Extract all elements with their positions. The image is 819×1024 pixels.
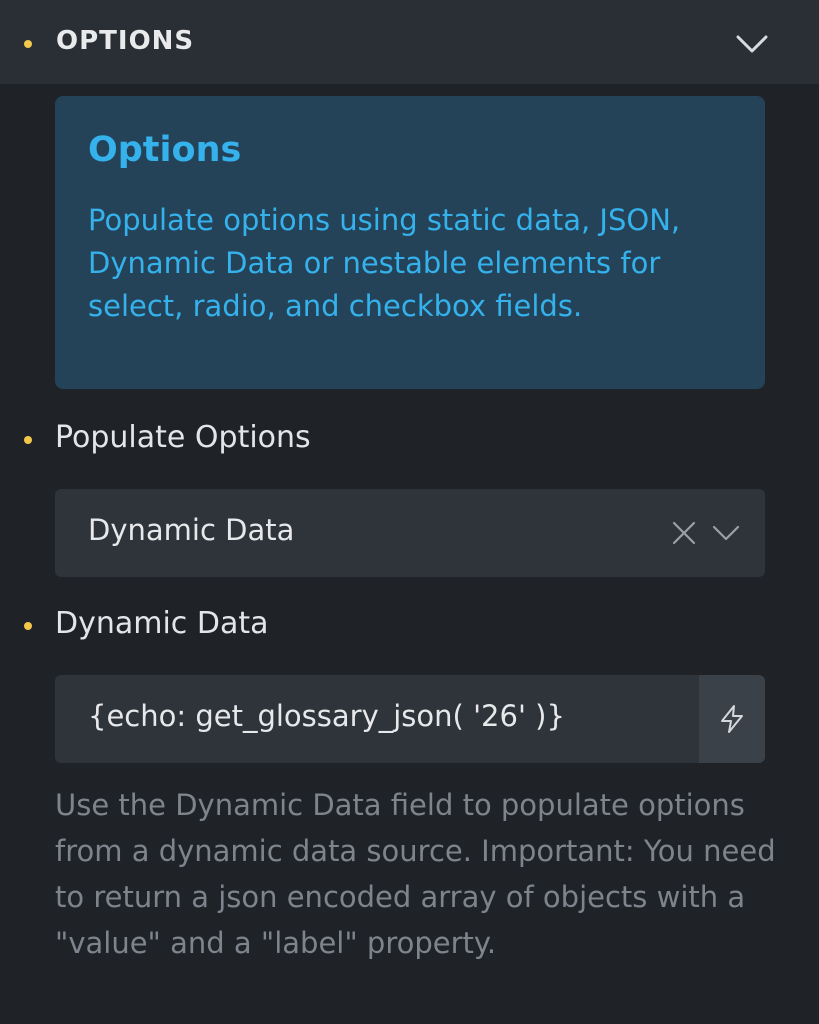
info-title: Options bbox=[88, 130, 242, 170]
options-info-box: Options Populate options using static da… bbox=[55, 96, 765, 389]
options-section-header[interactable]: OPTIONS bbox=[0, 0, 819, 84]
chevron-down-icon[interactable] bbox=[732, 26, 772, 62]
populate-options-select[interactable]: Dynamic Data bbox=[55, 489, 765, 577]
chevron-down-icon[interactable] bbox=[710, 519, 742, 547]
close-icon[interactable] bbox=[670, 519, 698, 547]
populate-options-selected-value: Dynamic Data bbox=[88, 513, 295, 547]
populate-options-dot bbox=[24, 436, 32, 444]
dynamic-data-dot bbox=[24, 622, 32, 630]
info-description: Populate options using static data, JSON… bbox=[88, 203, 681, 323]
dynamic-data-picker-button[interactable] bbox=[699, 675, 765, 763]
dynamic-data-help-text: Use the Dynamic Data field to populate o… bbox=[55, 788, 776, 960]
lightning-bolt-icon bbox=[721, 705, 743, 733]
dynamic-data-label: Dynamic Data bbox=[55, 606, 269, 641]
dynamic-data-input[interactable]: {echo: get_glossary_json( '26' )} bbox=[55, 675, 699, 763]
section-title: OPTIONS bbox=[56, 26, 195, 56]
populate-options-label: Populate Options bbox=[55, 420, 311, 455]
dynamic-data-value: {echo: get_glossary_json( '26' )} bbox=[88, 699, 565, 733]
section-indicator-dot bbox=[24, 40, 32, 48]
